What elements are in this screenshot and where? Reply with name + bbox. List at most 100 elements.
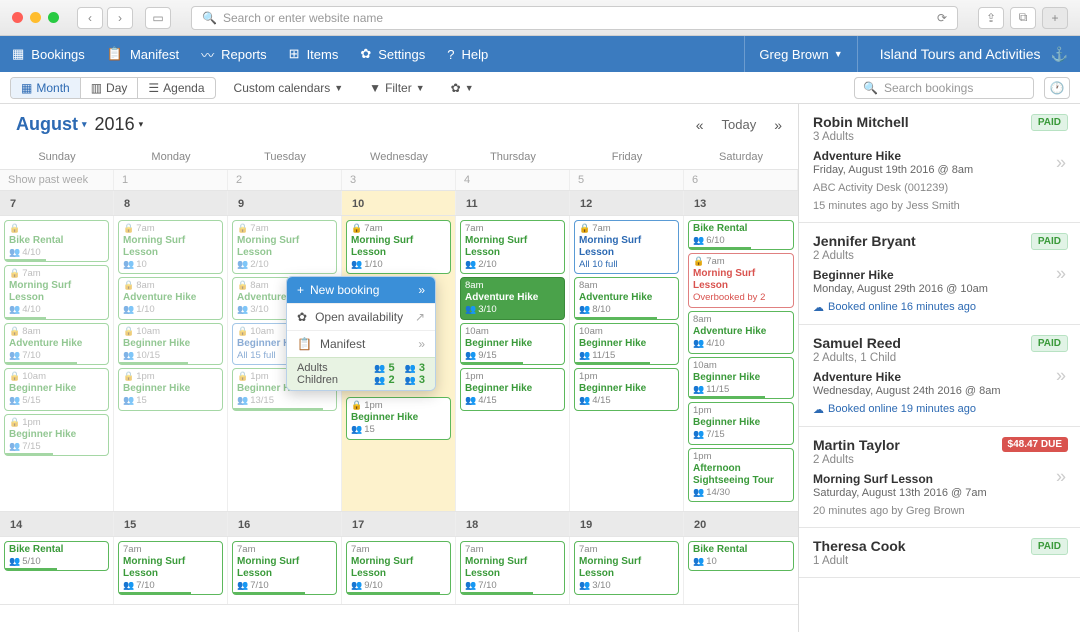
people-icon [237, 395, 248, 406]
event[interactable]: 🔒10amBeginner Hike10/15 [118, 323, 223, 365]
day-head: Wednesday [342, 145, 456, 169]
day-cell-8[interactable]: 🔒7amMorning Surf Lesson10 🔒8amAdventure … [114, 216, 228, 511]
year-selector[interactable]: 2016▾ [95, 114, 144, 135]
lock-icon: 🔒 [9, 268, 20, 278]
event[interactable]: 7am Morning Surf Lesson7/10 [118, 541, 223, 595]
booking-item[interactable]: Robin Mitchell 3 Adults PAID Adventure H… [799, 104, 1080, 223]
day-cell-20[interactable]: Bike Rental10 [684, 537, 798, 604]
today-button[interactable]: Today [722, 117, 757, 132]
company-name[interactable]: Island Tours and Activities⚓ [880, 46, 1068, 63]
settings-dropdown[interactable]: ✿▼ [443, 78, 482, 98]
event[interactable]: Bike Rental10 [688, 541, 794, 571]
event-selected[interactable]: 8amAdventure Hike3/10 [460, 277, 565, 319]
event[interactable]: 🔒Bike Rental4/10 [4, 220, 109, 262]
prev-button[interactable]: « [696, 117, 704, 133]
event[interactable]: 1pm Beginner Hike4/15 [460, 368, 565, 410]
booking-item[interactable]: Theresa Cook 1 Adult PAID [799, 528, 1080, 578]
day-cell-11[interactable]: 7am Morning Surf Lesson2/10 8amAdventure… [456, 216, 570, 511]
nav-bookings[interactable]: ▦Bookings [12, 46, 85, 62]
event[interactable]: 7am Morning Surf Lesson9/10 [346, 541, 451, 595]
event[interactable]: 7am Morning Surf Lesson2/10 [460, 220, 565, 274]
day-cell-18[interactable]: 7am Morning Surf Lesson7/10 [456, 537, 570, 604]
day-head: Friday [570, 145, 684, 169]
people-icon [123, 259, 134, 270]
event[interactable]: 🔒7amMorning Surf Lesson4/10 [4, 265, 109, 319]
plus-icon: + [297, 283, 304, 297]
open-availability-button[interactable]: ✿Open availability↗ [287, 303, 435, 330]
event[interactable]: 🔒1pmBeginner Hike7/15 [4, 414, 109, 456]
popup-counts: Adults 5 3 Children 2 3 [287, 357, 435, 390]
past-week-row[interactable]: Show past week 1 2 3 4 5 6 [0, 170, 798, 191]
caret-down-icon: ▾ [139, 119, 144, 130]
share-button[interactable]: ⇪ [978, 7, 1004, 29]
event[interactable]: 10am Beginner Hike11/15 [688, 357, 794, 399]
event[interactable]: 7am Morning Surf Lesson7/10 [232, 541, 337, 595]
event[interactable]: 1pm Beginner Hike4/15 [574, 368, 679, 410]
filter-dropdown[interactable]: ▼Filter ▼ [361, 78, 432, 98]
day-cell-14[interactable]: Bike Rental5/10 [0, 537, 114, 604]
view-month[interactable]: ▦Month [11, 78, 81, 98]
view-day[interactable]: ▥Day [81, 78, 139, 98]
event[interactable]: Bike Rental5/10 [4, 541, 109, 571]
event[interactable]: 🔒1pmBeginner Hike15 [346, 397, 451, 439]
new-booking-button[interactable]: +New booking» [287, 277, 435, 303]
event[interactable]: 10am Beginner Hike11/15 [574, 323, 679, 365]
forward-button[interactable]: › [107, 7, 133, 29]
event[interactable]: Bike Rental6/10 [688, 220, 794, 250]
event[interactable]: 🔒7amMorning Surf Lesson1/10 [346, 220, 451, 274]
people-icon [579, 304, 590, 315]
next-button[interactable]: » [774, 117, 782, 133]
event[interactable]: 1pm Beginner Hike7/15 [688, 402, 794, 444]
event[interactable]: 🔒7amMorning Surf Lesson2/10 [232, 220, 337, 274]
recent-activity-button[interactable]: 🕐 [1044, 77, 1070, 99]
day-cell-12[interactable]: 🔒7amMorning Surf LessonAll 10 full 8amAd… [570, 216, 684, 511]
day-cell-19[interactable]: 7am Morning Surf Lesson3/10 [570, 537, 684, 604]
url-bar[interactable]: 🔍 Search or enter website name ⟳ [191, 6, 958, 30]
search-bookings-input[interactable]: 🔍Search bookings [854, 77, 1034, 99]
people-icon [123, 395, 134, 406]
chevron-right-icon: » [418, 337, 425, 351]
event[interactable]: 🔒1pmBeginner Hike15 [118, 368, 223, 410]
show-past-week[interactable]: Show past week [0, 170, 114, 190]
day-cell-16[interactable]: 7am Morning Surf Lesson7/10 [228, 537, 342, 604]
sidebar-toggle[interactable]: ▭ [145, 7, 171, 29]
nav-help[interactable]: ?Help [447, 47, 488, 62]
booking-item[interactable]: Jennifer Bryant 2 Adults PAID Beginner H… [799, 223, 1080, 325]
lock-icon: 🔒 [237, 371, 248, 381]
event[interactable]: 8amAdventure Hike4/10 [688, 311, 794, 353]
day-cell-17[interactable]: 7am Morning Surf Lesson9/10 [342, 537, 456, 604]
event[interactable]: 7am Morning Surf Lesson7/10 [460, 541, 565, 595]
new-tab-button[interactable]: + [1042, 7, 1068, 29]
nav-manifest[interactable]: 📋Manifest [107, 46, 179, 62]
day-cell-15[interactable]: 7am Morning Surf Lesson7/10 [114, 537, 228, 604]
maximize-window[interactable] [48, 12, 59, 23]
day-cell-7[interactable]: 🔒Bike Rental4/10 🔒7amMorning Surf Lesson… [0, 216, 114, 511]
booking-item[interactable]: Samuel Reed 2 Adults, 1 Child PAID Adven… [799, 325, 1080, 427]
booking-item[interactable]: Martin Taylor 2 Adults $48.47 DUE Mornin… [799, 427, 1080, 528]
view-agenda[interactable]: ☰Agenda [138, 78, 214, 98]
day-cell-13[interactable]: Bike Rental6/10 🔒7amMorning Surf LessonO… [684, 216, 798, 511]
nav-reports[interactable]: 〰Reports [201, 45, 267, 64]
event[interactable]: 10am Beginner Hike9/15 [460, 323, 565, 365]
manifest-button[interactable]: 📋Manifest» [287, 330, 435, 357]
user-dropdown[interactable]: Greg Brown▼ [744, 36, 857, 72]
close-window[interactable] [12, 12, 23, 23]
event[interactable]: 7am Morning Surf Lesson3/10 [574, 541, 679, 595]
back-button[interactable]: ‹ [77, 7, 103, 29]
refresh-icon[interactable]: ⟳ [937, 11, 947, 25]
event[interactable]: 🔒8amAdventure Hike1/10 [118, 277, 223, 319]
nav-items[interactable]: ⊞Items [289, 46, 339, 62]
event[interactable]: 🔒10amBeginner Hike5/15 [4, 368, 109, 410]
event[interactable]: 🔒7amMorning Surf LessonAll 10 full [574, 220, 679, 274]
event[interactable]: 8amAdventure Hike8/10 [574, 277, 679, 319]
event[interactable]: 1pmAfternoon Sightseeing Tour14/30 [688, 448, 794, 502]
month-selector[interactable]: August▾ [16, 114, 87, 135]
event[interactable]: 🔒7amMorning Surf Lesson10 [118, 220, 223, 274]
event[interactable]: 🔒8amAdventure Hike7/10 [4, 323, 109, 365]
nav-settings[interactable]: ✿Settings [360, 46, 425, 62]
tabs-button[interactable]: ⧉ [1010, 7, 1036, 29]
minimize-window[interactable] [30, 12, 41, 23]
custom-calendars-dropdown[interactable]: Custom calendars ▼ [226, 78, 352, 98]
paid-badge: PAID [1031, 335, 1068, 352]
event-overbooked[interactable]: 🔒7amMorning Surf LessonOverbooked by 2 [688, 253, 794, 308]
